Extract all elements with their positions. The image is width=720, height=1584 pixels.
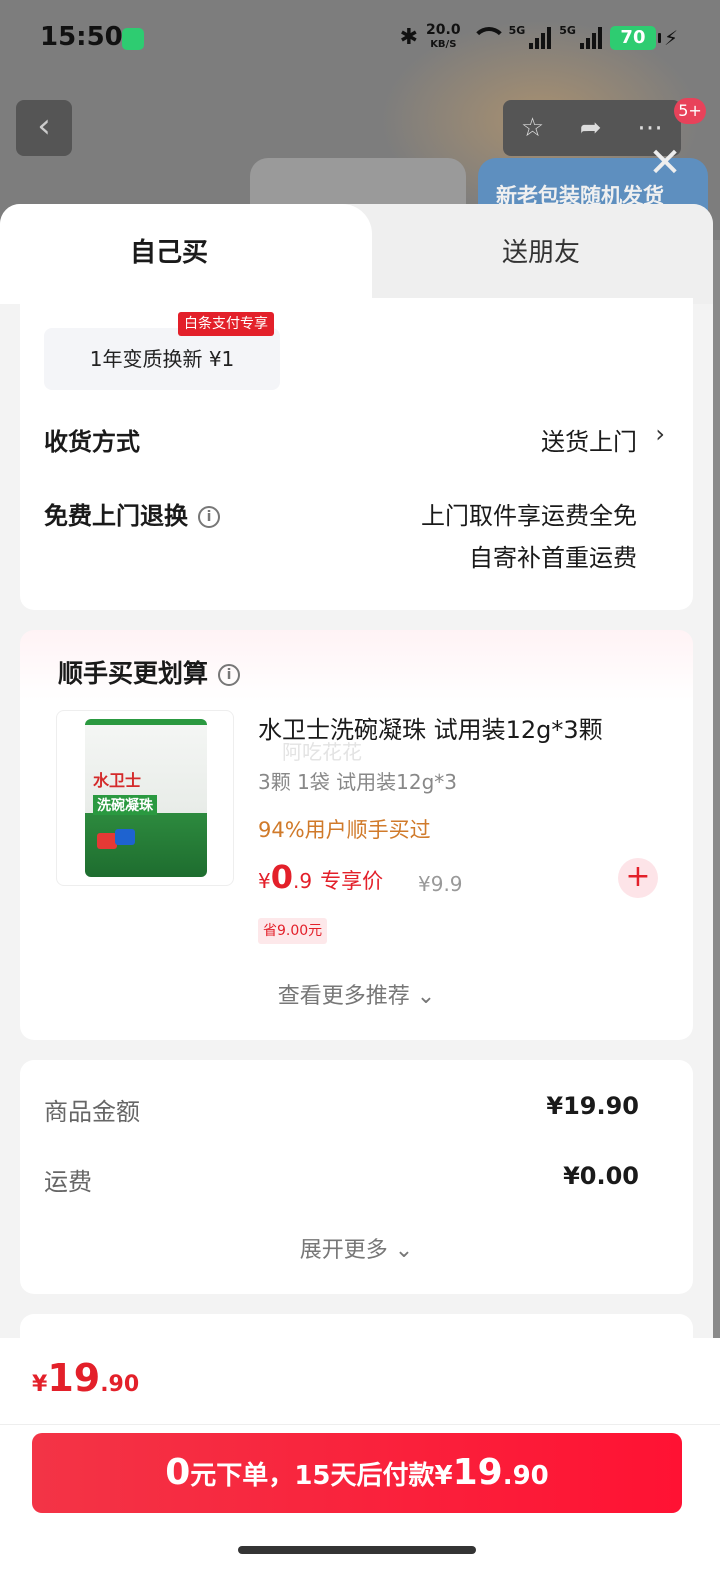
product-spec: 3颗 1袋 试用装12g*3 (258, 770, 458, 794)
more-icon[interactable]: ⋯ (637, 113, 663, 143)
close-icon[interactable]: ✕ (648, 143, 682, 183)
original-price: ¥9.9 (418, 872, 463, 896)
price-int: 0 (270, 858, 293, 896)
price-dec: .9 (293, 869, 313, 893)
total-price: ¥19.90 (32, 1356, 139, 1400)
goods-amount-label: 商品金额 (44, 1098, 140, 1126)
shipping-label: 运费 (44, 1168, 92, 1196)
total-dec: .90 (100, 1372, 140, 1397)
network-speed: 20.0 KB/S (426, 22, 461, 51)
message-badge: 5+ (674, 98, 706, 124)
pay-num1: 0 (165, 1452, 191, 1493)
footer-divider (0, 1424, 720, 1425)
total-symbol: ¥ (32, 1372, 48, 1397)
delivery-card: 1年变质换新 ¥1 白条支付专享 收货方式 送货上门 › 免费上门退换 i 上门取… (20, 298, 693, 610)
free-returns-text: 免费上门退换 (44, 502, 188, 530)
see-more-link[interactable]: 查看更多推荐 ⌄ (20, 978, 693, 1010)
signal-icon (529, 26, 552, 49)
pod-red (97, 833, 117, 849)
pay-txt2: 天后付款¥ (330, 1461, 453, 1491)
bluetooth-icon: ✱ (399, 25, 419, 50)
wifi-icon (469, 26, 507, 49)
service-chip-label: 1年变质换新 ¥1 (89, 347, 235, 371)
expand-more-link[interactable]: 展开更多 ⌄ (20, 1232, 693, 1264)
product-price: ¥0.9 专享价 (258, 858, 383, 896)
chevron-right-icon[interactable]: › (655, 420, 665, 448)
service-chip-tag: 白条支付专享 (178, 312, 274, 336)
goods-amount-value: ¥19.90 (546, 1092, 639, 1120)
addon-title-text: 顺手买更划算 (58, 659, 209, 688)
star-icon[interactable]: ☆ (521, 113, 544, 143)
sim2-label: 5G (559, 24, 576, 37)
share-icon[interactable]: ➦ (580, 113, 602, 143)
wechat-notification-icon (122, 28, 144, 50)
signal-icon-2 (579, 26, 602, 49)
watermark: 阿吃花花 (282, 740, 362, 764)
charging-icon: ⚡ (663, 25, 678, 50)
pouch-name: 洗碗凝珠 (93, 795, 157, 815)
expand-more-text: 展开更多 (299, 1238, 388, 1263)
addon-title: 顺手买更划算 i (58, 654, 241, 690)
pod-blue (115, 829, 135, 845)
back-arrow-icon: ‹ (37, 106, 51, 146)
total-int: 19 (47, 1356, 101, 1400)
status-time: 15:50 (40, 22, 123, 52)
see-more-text: 查看更多推荐 (277, 984, 410, 1009)
network-speed-unit: KB/S (430, 39, 457, 50)
product-popularity: 94%用户顺手买过 (258, 818, 431, 842)
back-button[interactable]: ‹ (16, 100, 72, 156)
free-returns-line1: 上门取件享运费全免 (421, 502, 637, 530)
chevron-down-icon: ⌄ (387, 1238, 414, 1263)
tab-buy-self[interactable]: 自己买 (0, 204, 372, 304)
shipping-value: ¥0.00 (563, 1162, 639, 1190)
tab-bar: 送朋友 自己买 (0, 204, 713, 304)
pay-later-button[interactable]: 0元下单，15天后付款¥19.90 (32, 1433, 682, 1513)
plus-icon: + (625, 859, 651, 894)
summary-card: 商品金额 ¥19.90 运费 ¥0.00 展开更多 ⌄ (20, 1060, 693, 1294)
price-label: 专享价 (320, 869, 384, 893)
pay-txt3: .90 (502, 1461, 549, 1491)
sim1-label: 5G (508, 24, 526, 37)
chevron-down-icon: ⌄ (409, 984, 436, 1009)
info-icon[interactable]: i (198, 506, 220, 528)
pay-txt1: 元下单， (190, 1461, 295, 1491)
status-bar: 15:50 ✱ 20.0 KB/S 5G 5G 70 ⚡ (0, 0, 720, 80)
status-indicators: ✱ 20.0 KB/S 5G 5G 70 ⚡ (399, 22, 678, 51)
info-icon[interactable]: i (218, 664, 241, 686)
pay-num2: 15 (294, 1461, 331, 1491)
delivery-method-value[interactable]: 送货上门 (541, 422, 637, 457)
pouch-brand: 水卫士 (93, 771, 142, 790)
product-image[interactable]: 水卫士 洗碗凝珠 (56, 710, 234, 886)
save-tag: 省9.00元 (258, 918, 328, 944)
service-chip[interactable]: 1年变质换新 ¥1 (44, 328, 280, 390)
price-symbol: ¥ (258, 869, 271, 893)
network-speed-value: 20.0 (426, 22, 461, 38)
battery-icon: 70 (609, 25, 661, 50)
home-indicator[interactable] (238, 1546, 476, 1554)
delivery-method-label: 收货方式 (44, 428, 140, 456)
free-returns-label: 免费上门退换 i (44, 496, 220, 531)
addon-card: 顺手买更划算 i 水卫士 洗碗凝珠 水卫士洗碗凝珠 试用装12g*3颗 阿吃花花 … (20, 630, 693, 1040)
free-returns-line2: 自寄补首重运费 (469, 544, 637, 572)
add-button[interactable]: + (618, 858, 658, 898)
tab-send-friend[interactable]: 送朋友 (372, 204, 713, 296)
pay-num3: 19 (452, 1452, 503, 1493)
